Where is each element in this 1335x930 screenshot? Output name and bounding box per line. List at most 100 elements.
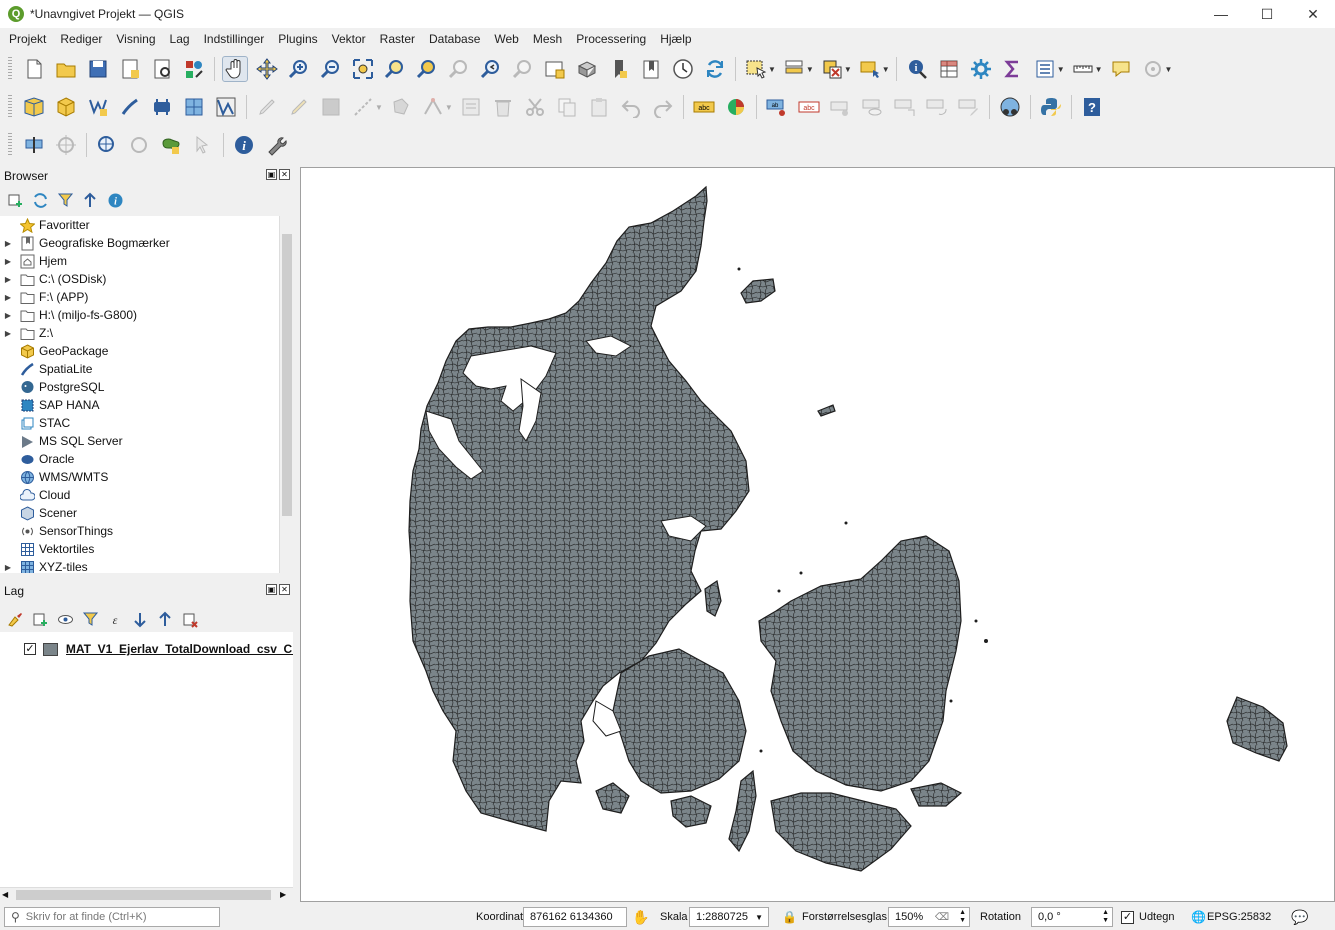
python-console-icon[interactable] bbox=[1038, 94, 1064, 120]
add-selected-layers-icon[interactable] bbox=[4, 189, 26, 211]
layout-manager-icon[interactable] bbox=[149, 56, 175, 82]
expand-arrow-icon[interactable]: ▶ bbox=[2, 293, 14, 302]
select-location-icon[interactable] bbox=[857, 56, 883, 82]
browser-item-xyz-tiles[interactable]: ▶ XYZ-tiles bbox=[0, 558, 279, 573]
menu-processering[interactable]: Processering bbox=[569, 32, 653, 46]
properties-info-icon[interactable]: i bbox=[104, 189, 126, 211]
new-virtual-layer-icon[interactable] bbox=[181, 94, 207, 120]
save-project-icon[interactable] bbox=[85, 56, 111, 82]
browser-scrollbar[interactable] bbox=[279, 216, 293, 573]
scrollbar-thumb[interactable] bbox=[282, 234, 292, 516]
gps-tracking-icon[interactable] bbox=[1140, 56, 1166, 82]
map-swipe-icon[interactable] bbox=[21, 132, 47, 158]
browser-item-favoritter[interactable]: Favoritter bbox=[0, 216, 279, 234]
scroll-left-arrow[interactable]: ◀ bbox=[2, 890, 14, 900]
topology-checker-icon[interactable] bbox=[158, 132, 184, 158]
add-group-icon[interactable] bbox=[29, 608, 51, 630]
menu-plugins[interactable]: Plugins bbox=[271, 32, 324, 46]
toggle-coordinate-icon[interactable]: ✋ bbox=[632, 909, 649, 926]
browser-item-cloud[interactable]: Cloud bbox=[0, 486, 279, 504]
georeferencer-icon[interactable] bbox=[94, 132, 120, 158]
collapse-all-icon[interactable] bbox=[79, 189, 101, 211]
browser-item-sensorthings[interactable]: SensorThings bbox=[0, 522, 279, 540]
style-manager-icon[interactable] bbox=[181, 56, 207, 82]
menu-indstillinger[interactable]: Indstillinger bbox=[197, 32, 272, 46]
layer-visibility-checkbox[interactable]: ✓ bbox=[24, 643, 36, 655]
temporal-controller-icon[interactable] bbox=[670, 56, 696, 82]
save-layer-edits-icon[interactable] bbox=[318, 94, 344, 120]
minimize-button[interactable]: — bbox=[1198, 0, 1244, 28]
filter-browser-icon[interactable] bbox=[54, 189, 76, 211]
vertex-tool-icon[interactable] bbox=[420, 94, 446, 120]
pin-labels-icon[interactable] bbox=[828, 94, 854, 120]
browser-item-oracle[interactable]: Oracle bbox=[0, 450, 279, 468]
refresh-icon[interactable] bbox=[702, 56, 728, 82]
crosshair-icon[interactable] bbox=[53, 132, 79, 158]
select-by-value-icon[interactable] bbox=[781, 56, 807, 82]
browser-item-postgresql[interactable]: PostgreSQL bbox=[0, 378, 279, 396]
layer-diagram-icon[interactable] bbox=[723, 94, 749, 120]
expand-arrow-icon[interactable]: ▶ bbox=[2, 563, 14, 572]
toggle-editing-icon[interactable] bbox=[286, 94, 312, 120]
zoom-last-icon[interactable] bbox=[478, 56, 504, 82]
show-bookmarks-icon[interactable] bbox=[638, 56, 664, 82]
processing-toolbox-icon[interactable] bbox=[968, 56, 994, 82]
select-features-icon[interactable] bbox=[743, 56, 769, 82]
new-project-icon[interactable] bbox=[21, 56, 47, 82]
close-panel-button[interactable]: ✕ bbox=[279, 169, 290, 180]
quickosm-icon[interactable] bbox=[997, 94, 1023, 120]
zoom-out-icon[interactable] bbox=[318, 56, 344, 82]
close-panel-button[interactable]: ✕ bbox=[279, 584, 290, 595]
zoom-next-icon[interactable] bbox=[510, 56, 536, 82]
statistical-summary-icon[interactable] bbox=[1000, 56, 1026, 82]
crs-globe-icon[interactable]: 🌐 bbox=[1191, 910, 1206, 924]
pan-map-icon[interactable] bbox=[222, 56, 248, 82]
modify-attributes-icon[interactable] bbox=[458, 94, 484, 120]
paste-features-icon[interactable] bbox=[586, 94, 612, 120]
expand-arrow-icon[interactable]: ▶ bbox=[2, 275, 14, 284]
layers-horizontal-scrollbar[interactable]: ◀ ▶ bbox=[0, 887, 293, 902]
coordinate-field[interactable]: 876162 6134360 bbox=[523, 907, 627, 927]
browser-item-sap-hana[interactable]: SAP HANA bbox=[0, 396, 279, 414]
deselect-features-icon[interactable] bbox=[819, 56, 845, 82]
geometry-checker-icon[interactable] bbox=[126, 132, 152, 158]
help-contents-icon[interactable]: ? bbox=[1079, 94, 1105, 120]
expand-arrow-icon[interactable]: ▶ bbox=[2, 329, 14, 338]
new-temporary-layer-icon[interactable] bbox=[149, 94, 175, 120]
copy-features-icon[interactable] bbox=[554, 94, 580, 120]
spinner-arrows-icon[interactable]: ▲ ▼ bbox=[1102, 909, 1109, 925]
layer-styling-icon[interactable] bbox=[4, 608, 26, 630]
browser-item-h-drive[interactable]: ▶ H:\ (miljo-fs-G800) bbox=[0, 306, 279, 324]
filter-by-expression-icon[interactable]: ε bbox=[104, 608, 126, 630]
browser-item-spatialite[interactable]: SpatiaLite bbox=[0, 360, 279, 378]
browser-item-stac[interactable]: STAC bbox=[0, 414, 279, 432]
menu-lag[interactable]: Lag bbox=[163, 32, 197, 46]
rotation-field[interactable]: 0,0 ° ▲ ▼ bbox=[1031, 907, 1113, 927]
identify-features-icon[interactable]: i bbox=[904, 56, 930, 82]
messages-icon[interactable]: 💬 bbox=[1291, 909, 1308, 926]
add-feature-icon[interactable] bbox=[388, 94, 414, 120]
filter-legend-icon[interactable] bbox=[79, 608, 101, 630]
menu-database[interactable]: Database bbox=[422, 32, 487, 46]
browser-item-wms[interactable]: WMS/WMTS bbox=[0, 468, 279, 486]
menu-visning[interactable]: Visning bbox=[109, 32, 162, 46]
scrollbar-thumb[interactable] bbox=[16, 890, 271, 900]
magnifier-field[interactable]: 150% ⌫ ▲ ▼ bbox=[888, 907, 970, 927]
expand-arrow-icon[interactable]: ▶ bbox=[2, 257, 14, 266]
open-project-icon[interactable] bbox=[53, 56, 79, 82]
menu-rediger[interactable]: Rediger bbox=[53, 32, 109, 46]
settings-wrench-icon[interactable] bbox=[263, 132, 289, 158]
locator-search-input[interactable]: ⚲ Skriv for at finde (Ctrl+K) bbox=[4, 907, 220, 927]
browser-item-bogmaerker[interactable]: ▶ Geografiske Bogmærker bbox=[0, 234, 279, 252]
menu-vektor[interactable]: Vektor bbox=[325, 32, 373, 46]
undock-button[interactable]: ▣ bbox=[266, 584, 277, 595]
menu-web[interactable]: Web bbox=[487, 32, 525, 46]
zoom-to-selection-icon[interactable] bbox=[382, 56, 408, 82]
layer-labeling-icon[interactable]: abc bbox=[691, 94, 717, 120]
show-hide-labels-icon[interactable] bbox=[860, 94, 886, 120]
new-shapefile-layer-icon[interactable] bbox=[85, 94, 111, 120]
map-canvas[interactable] bbox=[300, 167, 1335, 902]
render-checkbox[interactable]: ✓ bbox=[1121, 910, 1134, 924]
zoom-full-icon[interactable] bbox=[350, 56, 376, 82]
new-geopackage-layer-icon[interactable] bbox=[53, 94, 79, 120]
